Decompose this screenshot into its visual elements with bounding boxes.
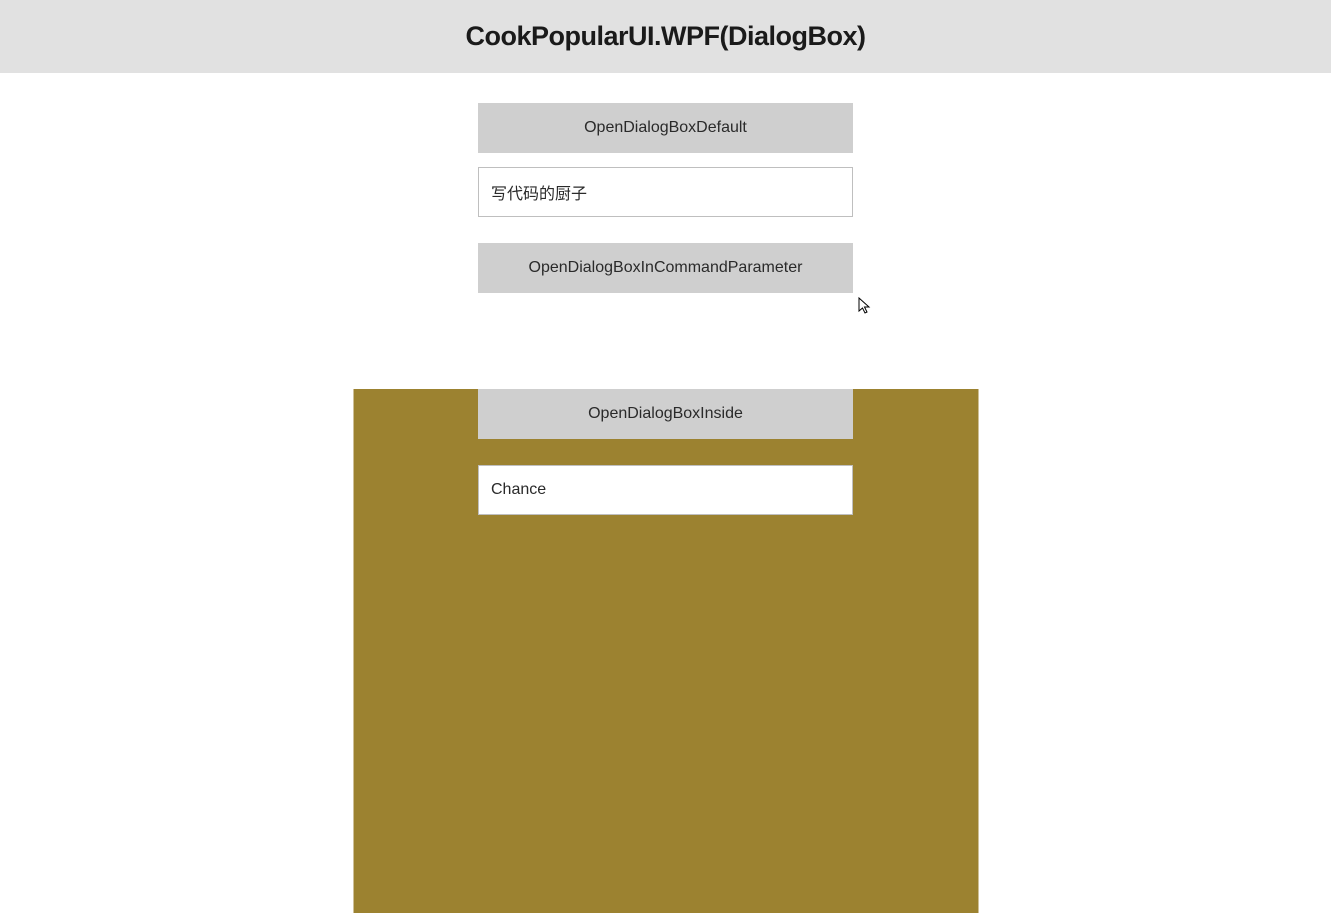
open-dialog-default-button[interactable]: OpenDialogBoxDefault (478, 103, 853, 153)
input-1[interactable] (478, 167, 853, 217)
upper-section: OpenDialogBoxDefault OpenDialogBoxInComm… (0, 73, 1331, 293)
lower-section: OpenDialogBoxInside (0, 389, 1331, 515)
input-2[interactable] (478, 465, 853, 515)
header: CookPopularUI.WPF(DialogBox) (0, 0, 1331, 73)
open-dialog-command-parameter-button[interactable]: OpenDialogBoxInCommandParameter (478, 243, 853, 293)
cursor-icon (858, 297, 872, 320)
open-dialog-inside-button[interactable]: OpenDialogBoxInside (478, 389, 853, 439)
content: OpenDialogBoxDefault OpenDialogBoxInComm… (0, 73, 1331, 293)
page-title: CookPopularUI.WPF(DialogBox) (466, 21, 866, 52)
